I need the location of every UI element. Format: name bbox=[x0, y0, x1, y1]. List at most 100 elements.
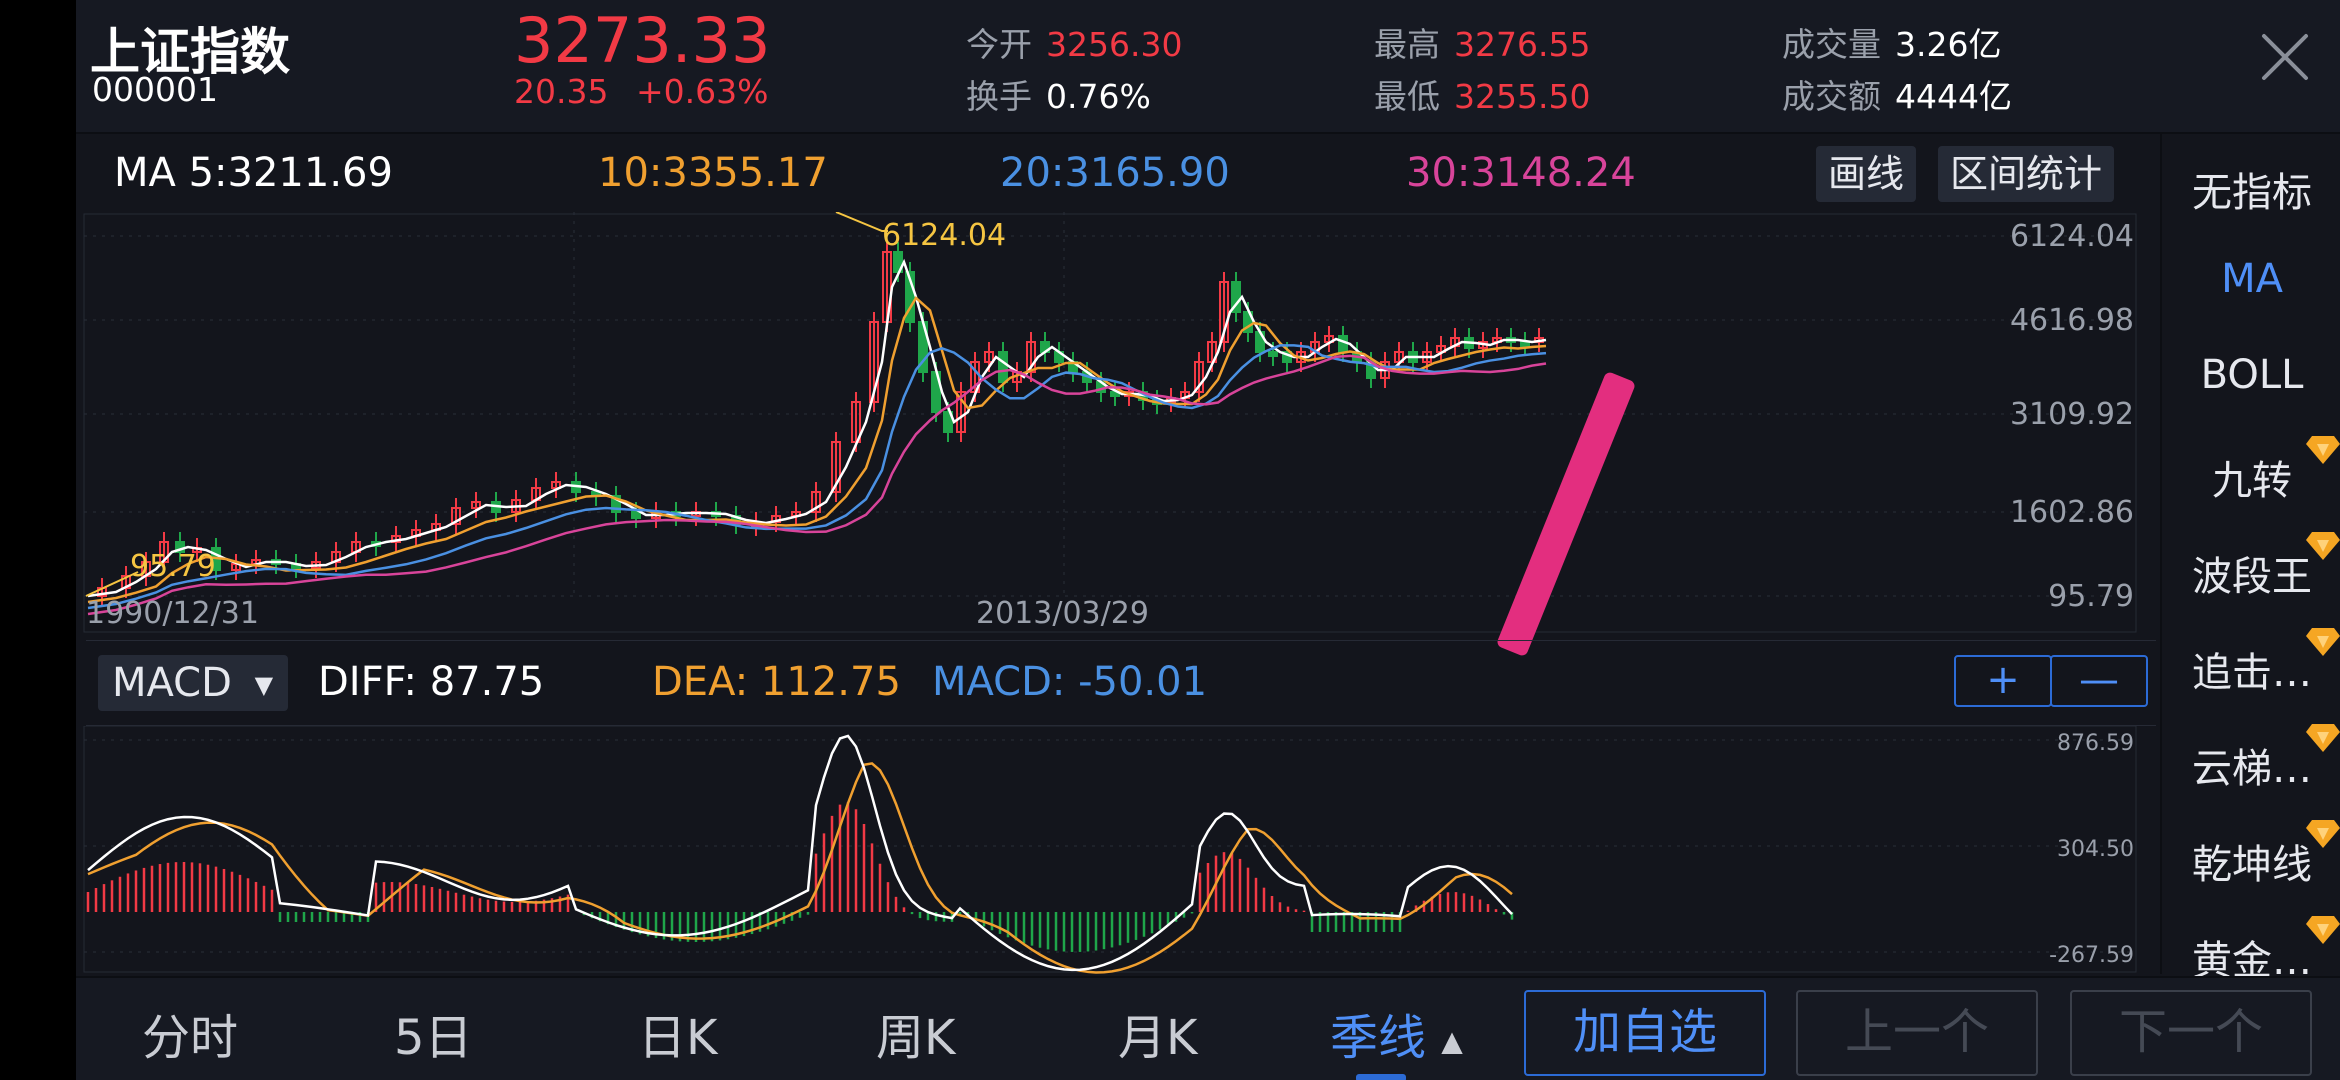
macd-histogram bbox=[86, 802, 1514, 952]
y-tick-label: 4616.98 bbox=[2010, 303, 2134, 338]
high-label: 最高 bbox=[1374, 25, 1440, 64]
candle-body bbox=[1338, 335, 1348, 353]
diff-line bbox=[87, 734, 1513, 972]
sidebar-item-label: 无指标 bbox=[2192, 170, 2312, 216]
candle-body bbox=[631, 511, 641, 519]
premium-gem-icon bbox=[2306, 724, 2340, 752]
max-marker-line bbox=[835, 211, 888, 232]
sidebar-item-label: 九转 bbox=[2212, 458, 2292, 504]
macd-legend-bar: MACD ▼ DIFF: 87.75 DEA: 112.75 MACD: -50… bbox=[86, 640, 2156, 726]
ma30-value: 30:3148.24 bbox=[1406, 150, 1636, 196]
volume-stat: 成交量 3.26亿 bbox=[1782, 18, 2001, 66]
open-label: 今开 bbox=[966, 25, 1032, 64]
sidebar-item-yunti[interactable]: 云梯… bbox=[2162, 724, 2340, 794]
dea-value: DEA: 112.75 bbox=[652, 659, 901, 705]
sidebar-item-zhuiji[interactable]: 追击… bbox=[2162, 628, 2340, 698]
macd-value: MACD: -50.01 bbox=[932, 659, 1208, 705]
candles bbox=[97, 242, 1544, 606]
tab-weekly-k[interactable]: 周K bbox=[876, 998, 955, 1068]
high-stat: 最高 3276.55 bbox=[1374, 18, 1590, 66]
macd-grid bbox=[83, 725, 2137, 973]
tab-quarterly-label: 季线 bbox=[1330, 1010, 1427, 1066]
chart-frame bbox=[83, 213, 2137, 633]
amount-label: 成交额 bbox=[1782, 77, 1881, 116]
open-value: 3256.30 bbox=[1046, 25, 1183, 64]
sidebar-item-boduanwang[interactable]: 波段王 bbox=[2162, 532, 2340, 602]
open-stat: 今开 3256.30 bbox=[966, 18, 1182, 66]
sidebar-item-boll[interactable]: BOLL bbox=[2162, 352, 2340, 398]
low-value: 3255.50 bbox=[1454, 77, 1591, 116]
turnover-value: 0.76% bbox=[1046, 77, 1151, 116]
premium-gem-icon bbox=[2306, 820, 2340, 848]
next-stock-button[interactable]: 下一个 bbox=[2070, 990, 2312, 1076]
y-tick-label: 6124.04 bbox=[2010, 219, 2134, 254]
active-tab-indicator bbox=[1356, 1074, 1406, 1080]
macd-svg: 876.59 304.50 -267.59 bbox=[83, 725, 2137, 974]
tab-daily-k[interactable]: 日K bbox=[638, 998, 717, 1068]
sidebar-item-label: 追击… bbox=[2192, 650, 2312, 696]
low-label: 最低 bbox=[1374, 77, 1440, 116]
sidebar-item-ma[interactable]: MA bbox=[2162, 256, 2340, 302]
price-change: 20.35 bbox=[514, 72, 609, 111]
last-price: 3273.33 bbox=[514, 4, 771, 77]
tab-5day[interactable]: 5日 bbox=[394, 998, 473, 1068]
turnover-label: 换手 bbox=[966, 77, 1032, 116]
indicator-select[interactable]: MACD ▼ bbox=[98, 655, 288, 711]
macd-lines bbox=[87, 734, 1513, 974]
ma-line bbox=[87, 258, 1547, 598]
kline-svg: 6124.04 4616.98 3109.92 1602.86 95.79 1990/1… bbox=[83, 211, 2137, 633]
volume-label: 成交量 bbox=[1782, 25, 1881, 64]
premium-gem-icon bbox=[2306, 532, 2340, 560]
kline-grid bbox=[83, 212, 2137, 633]
zoom-out-button[interactable]: — bbox=[2050, 655, 2148, 707]
kline-chart[interactable]: 6124.04 4616.98 3109.92 1602.86 95.79 1990/1… bbox=[76, 211, 2156, 658]
sidebar-item-jiuzhuan[interactable]: 九转 bbox=[2162, 436, 2340, 506]
draw-line-button[interactable]: 画线 bbox=[1816, 146, 1917, 202]
price-change-pct: +0.63% bbox=[636, 72, 769, 111]
ma-legend-bar: MA 5:3211.69 10:3355.17 20:3165.90 30:31… bbox=[76, 136, 2156, 212]
low-stat: 最低 3255.50 bbox=[1374, 70, 1590, 118]
y-tick-label: 3109.92 bbox=[2010, 397, 2134, 432]
tab-monthly-k[interactable]: 月K bbox=[1118, 998, 1197, 1068]
add-watchlist-button[interactable]: 加自选 bbox=[1524, 990, 1766, 1076]
sidebar-item-label: 乾坤线 bbox=[2192, 842, 2312, 888]
tab-timeshare[interactable]: 分时 bbox=[142, 998, 238, 1068]
macd-y-tick-label: 876.59 bbox=[2057, 731, 2134, 756]
app-window: 上证指数 000001 3273.33 20.35 +0.63% 今开 3256.… bbox=[76, 0, 2340, 1080]
stock-code: 000001 bbox=[92, 70, 218, 109]
x-label-start: 1990/12/31 bbox=[86, 596, 259, 631]
diff-value: DIFF: 87.75 bbox=[318, 659, 545, 705]
caret-up-icon: ▲ bbox=[1441, 1024, 1463, 1058]
max-marker-label: 6124.04 bbox=[882, 218, 1006, 253]
kline-y-axis: 6124.04 4616.98 3109.92 1602.86 95.79 bbox=[2010, 219, 2134, 614]
tab-quarterly[interactable]: 季线 ▲ bbox=[1330, 998, 1463, 1068]
range-stats-button[interactable]: 区间统计 bbox=[1938, 146, 2115, 202]
sidebar-item-label: 波段王 bbox=[2192, 554, 2312, 600]
ma-line bbox=[87, 344, 1547, 610]
indicator-sidebar: 无指标 MA BOLL 九转 波段王 追击… 云梯… 乾坤线 黄金… bbox=[2160, 134, 2340, 984]
min-marker-label: 95.79 bbox=[130, 549, 216, 584]
sidebar-item-label: BOLL bbox=[2200, 352, 2304, 398]
sidebar-item-none[interactable]: 无指标 bbox=[2162, 160, 2340, 218]
high-value: 3276.55 bbox=[1454, 25, 1591, 64]
macd-y-tick-label: -267.59 bbox=[2049, 943, 2134, 968]
zoom-in-button[interactable]: + bbox=[1954, 655, 2052, 707]
y-tick-label: 95.79 bbox=[2048, 579, 2134, 614]
close-icon[interactable] bbox=[2258, 30, 2312, 84]
candle-body bbox=[998, 351, 1008, 383]
sidebar-item-label: MA bbox=[2221, 256, 2283, 302]
ma5-value: MA 5:3211.69 bbox=[114, 150, 393, 196]
macd-frame bbox=[83, 725, 2137, 973]
sidebar-item-qiankunxian[interactable]: 乾坤线 bbox=[2162, 820, 2340, 890]
dea-line bbox=[87, 762, 1513, 974]
sidebar-item-label: 云梯… bbox=[2192, 746, 2312, 792]
macd-y-axis: 876.59 304.50 -267.59 bbox=[2049, 731, 2134, 968]
macd-chart[interactable]: 876.59 304.50 -267.59 bbox=[76, 725, 2156, 974]
amount-value: 4444亿 bbox=[1895, 77, 2012, 116]
volume-value: 3.26亿 bbox=[1895, 25, 2002, 64]
turnover-stat: 换手 0.76% bbox=[966, 70, 1151, 118]
caret-down-icon: ▼ bbox=[254, 671, 274, 699]
candle-body bbox=[1268, 351, 1278, 357]
prev-stock-button[interactable]: 上一个 bbox=[1796, 990, 2038, 1076]
ma10-value: 10:3355.17 bbox=[598, 150, 828, 196]
